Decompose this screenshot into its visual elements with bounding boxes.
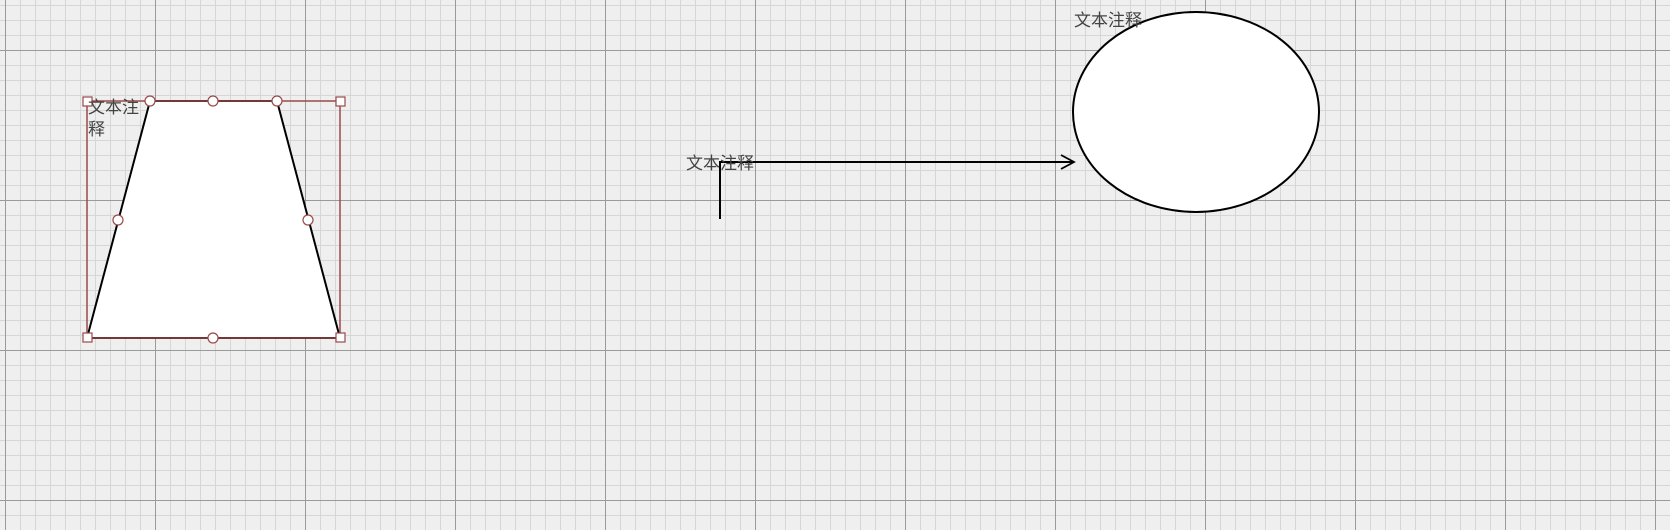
elbow-connector[interactable] — [719, 161, 1072, 219]
ellipse-shape[interactable] — [1072, 11, 1320, 213]
resize-handle-top-right[interactable] — [335, 96, 346, 107]
control-handle-top-middle[interactable] — [207, 95, 219, 107]
control-handle-top-left[interactable] — [144, 95, 156, 107]
control-handle-left-middle[interactable] — [112, 214, 124, 226]
connector-text-annotation[interactable]: 文本注释 — [686, 153, 754, 175]
control-handle-bottom-middle[interactable] — [207, 332, 219, 344]
diagram-svg — [82, 11, 1320, 344]
control-handle-right-middle[interactable] — [302, 214, 314, 226]
resize-handle-bottom-right[interactable] — [335, 332, 346, 343]
resize-handle-bottom-left[interactable] — [82, 332, 93, 343]
trapezoid-text-annotation[interactable]: 文本注释 — [88, 97, 144, 141]
control-handle-top-right[interactable] — [271, 95, 283, 107]
ellipse-text-annotation[interactable]: 文本注释 — [1074, 10, 1142, 32]
drawing-canvas[interactable]: 文本注释 文本注释 文本注释 — [0, 0, 1670, 531]
